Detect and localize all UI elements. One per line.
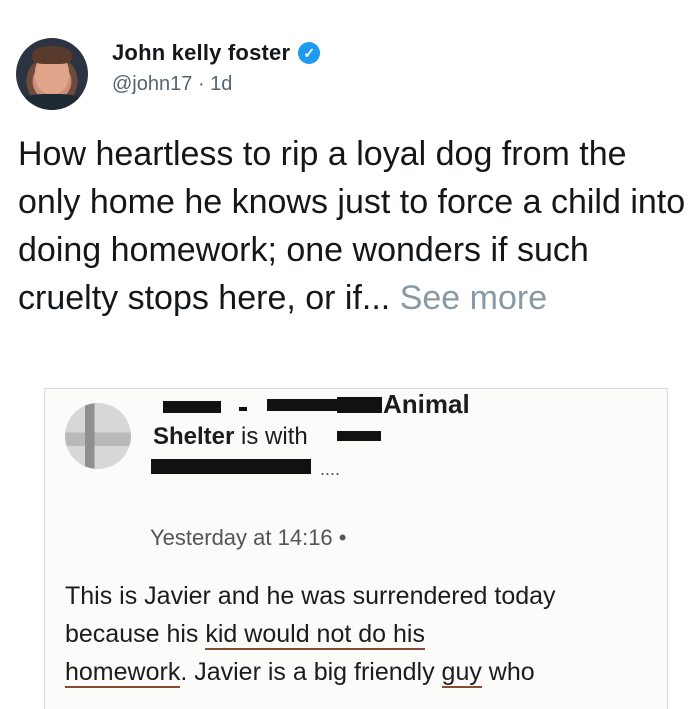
embedded-post[interactable]: Animal Shelter is with .... Yesterday at…: [44, 388, 668, 709]
body-line2-part1: because his: [65, 620, 206, 648]
shelter-word: Shelter: [153, 423, 235, 450]
body-line3-underlined2: guy: [441, 658, 482, 688]
timestamp[interactable]: Yesterday at 14:16 •: [150, 525, 346, 551]
body-line3-part2: . Javier is a big friendly: [180, 658, 442, 686]
post-time[interactable]: 1d: [210, 73, 232, 95]
redaction-bar: [337, 431, 381, 441]
handle[interactable]: @john17: [112, 73, 192, 95]
body-line3-underlined: homework: [65, 658, 181, 688]
avatar-shirt: [20, 94, 84, 110]
avatar-hair: [32, 46, 72, 64]
tweet-text: How heartless to rip a loyal dog from th…: [18, 130, 688, 322]
redaction-bar: [163, 401, 221, 413]
with-text: is with: [234, 423, 308, 450]
shelter-name-line2: Shelter is with: [153, 423, 308, 451]
body-line3-part3: who: [481, 658, 535, 686]
redaction-bar: [151, 459, 311, 474]
body-line1: This is Javier and he was surrendered to…: [65, 582, 556, 610]
tweet-body: How heartless to rip a loyal dog from th…: [18, 135, 686, 317]
redaction-bar: [337, 397, 382, 413]
embedded-avatar: [65, 403, 131, 469]
author-name[interactable]: John kelly foster: [112, 40, 290, 66]
author-row: John kelly foster ✓: [112, 40, 321, 66]
redaction-bar: [239, 407, 247, 411]
separator: ·: [197, 73, 205, 95]
shelter-name-line1: Animal: [383, 389, 470, 419]
see-more-link[interactable]: See more: [400, 279, 547, 317]
embedded-body: This is Javier and he was surrendered to…: [65, 577, 655, 691]
handle-row: @john17 · 1d: [112, 73, 232, 96]
body-line2-underlined: kid would not do his: [205, 620, 425, 650]
verified-icon: ✓: [298, 42, 321, 64]
avatar[interactable]: [16, 38, 88, 110]
ellipsis: ....: [320, 459, 341, 479]
redaction-bar: [267, 399, 337, 411]
